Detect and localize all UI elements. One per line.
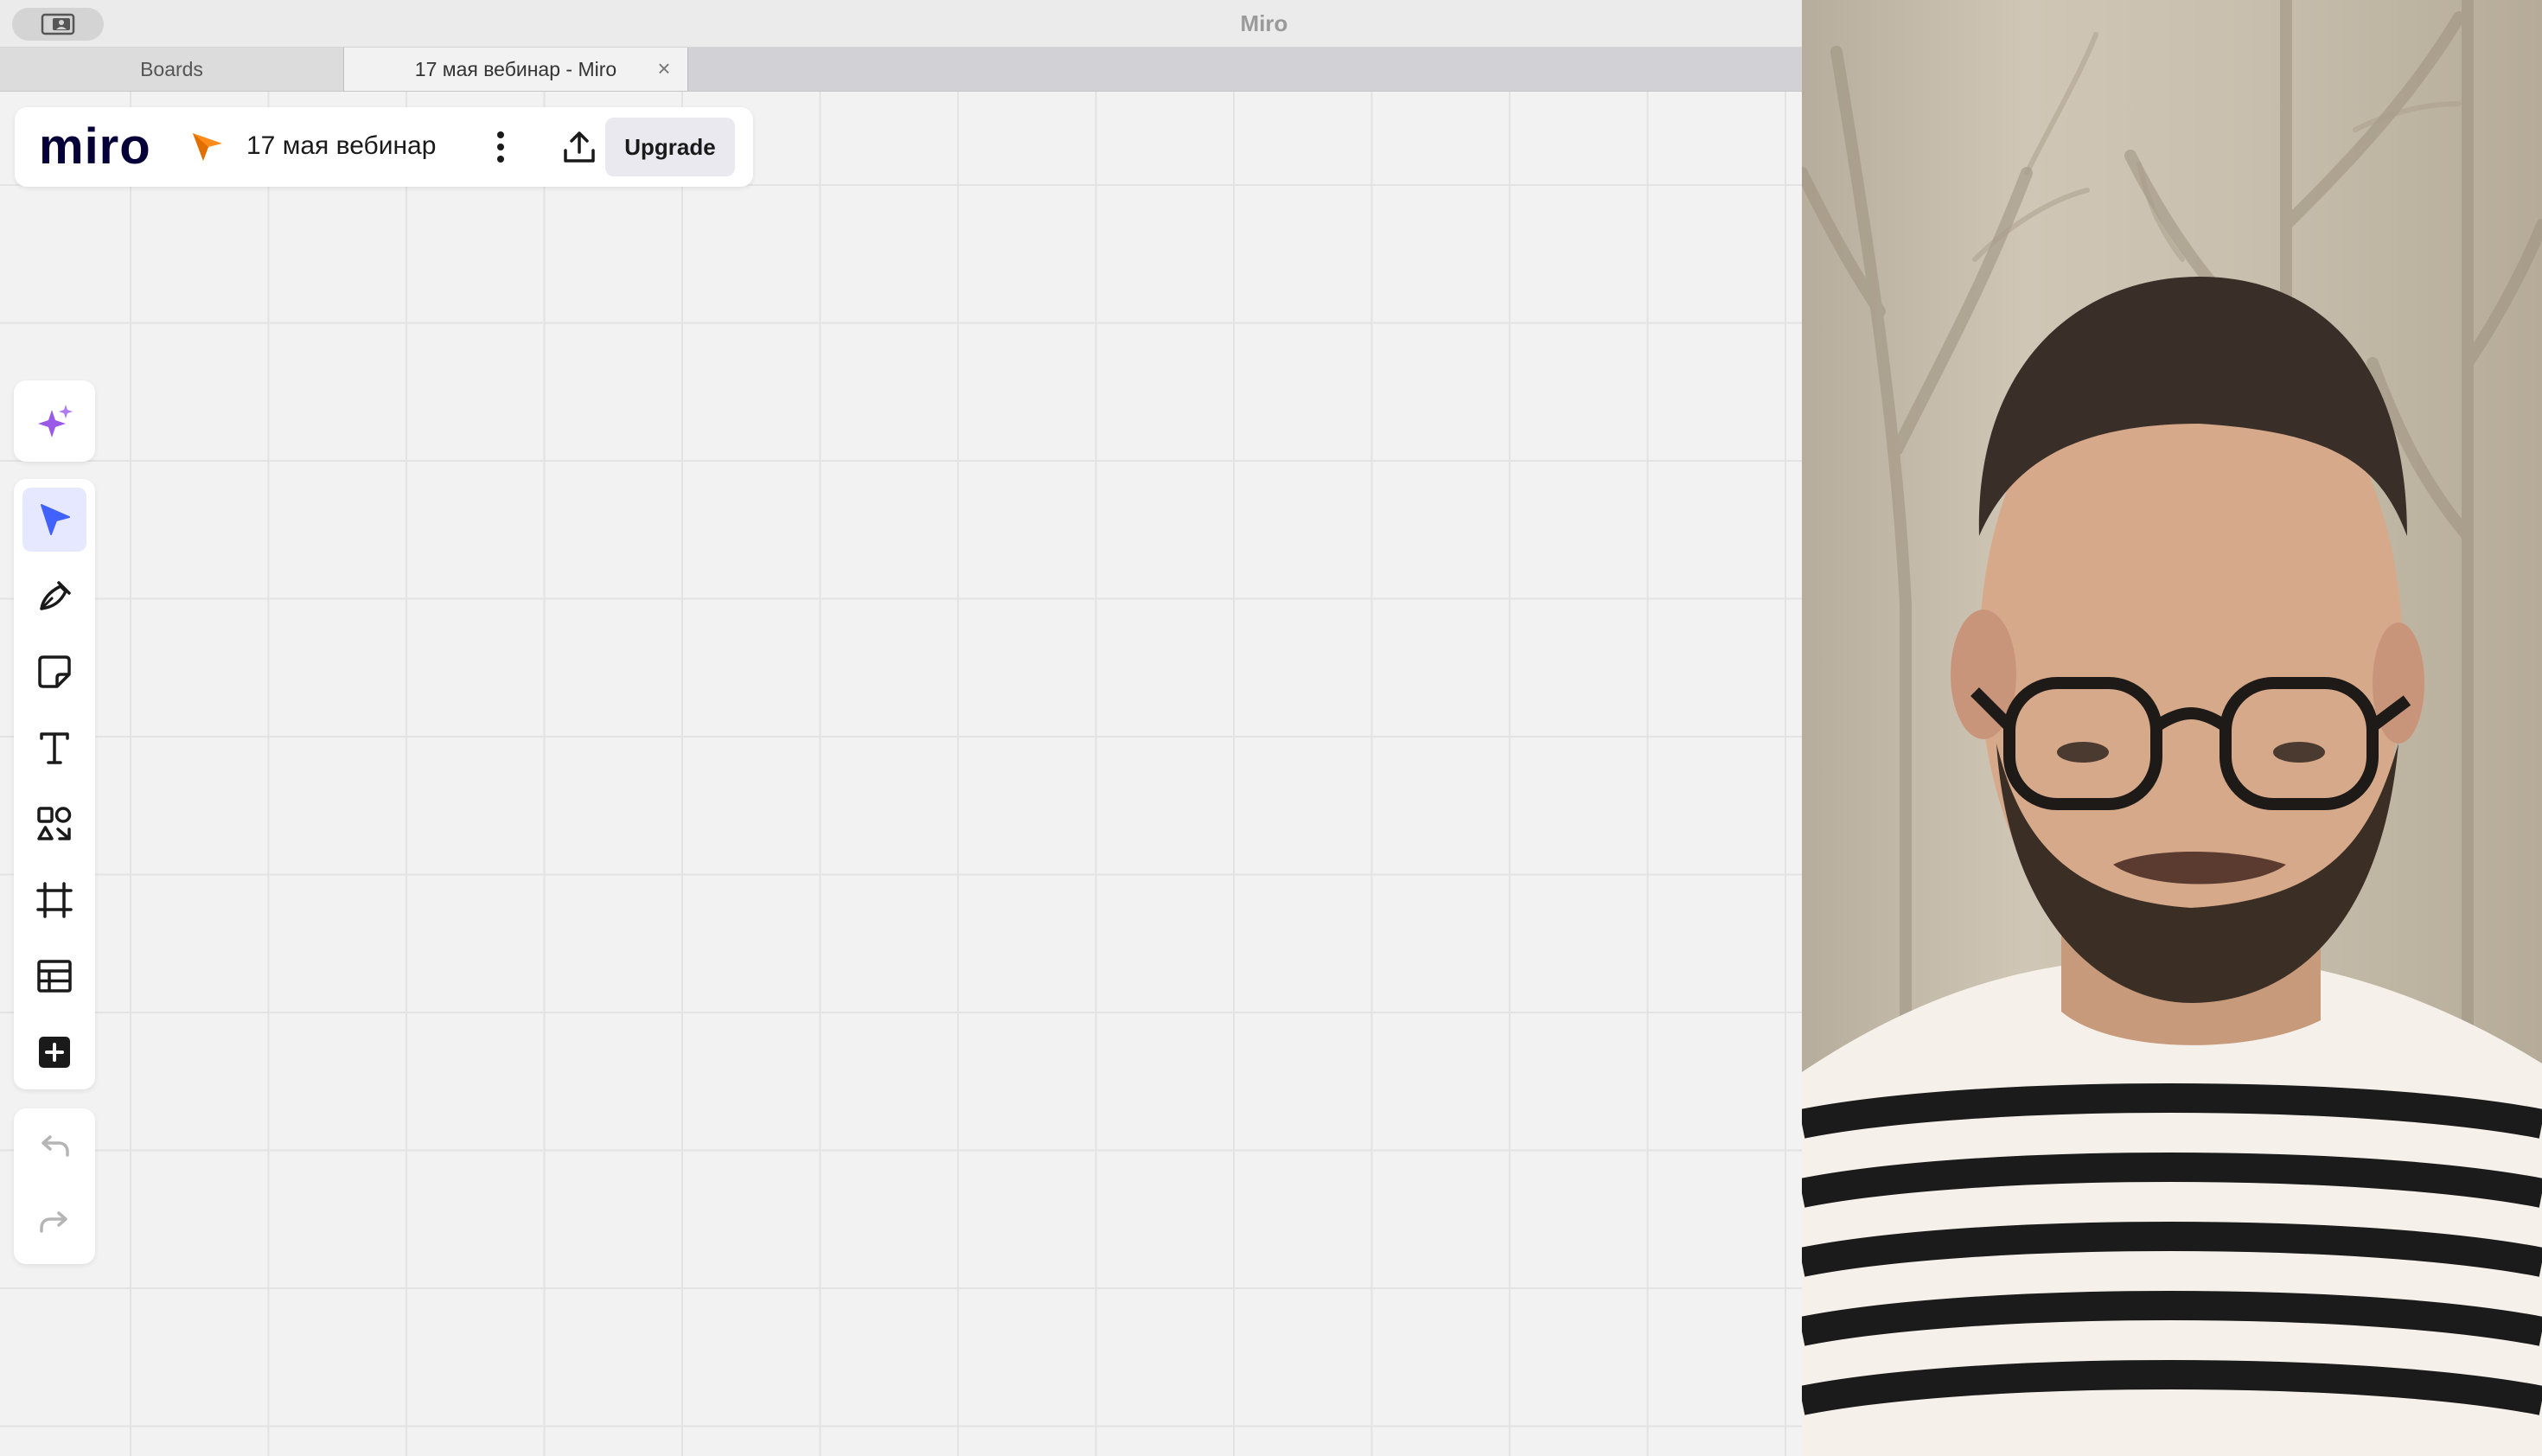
text-tool[interactable] — [22, 716, 86, 780]
tab-label: Boards — [140, 57, 203, 80]
frame-tool[interactable] — [22, 868, 86, 932]
tab-boards[interactable]: Boards — [0, 48, 344, 91]
text-icon — [40, 732, 69, 764]
undo-icon — [42, 1135, 69, 1157]
table-tool[interactable] — [22, 944, 86, 1008]
board-icon — [193, 133, 222, 161]
undo-button[interactable] — [22, 1115, 86, 1179]
shapes-icon — [37, 807, 72, 840]
miro-logo[interactable]: miro — [39, 116, 151, 176]
more-apps-button[interactable] — [22, 1020, 86, 1084]
export-button[interactable] — [551, 125, 608, 169]
tab-strip: Boards 17 мая вебинар - Miro × — [0, 48, 1802, 92]
pen-tool[interactable] — [22, 564, 86, 628]
window-titlebar: Miro — [0, 0, 1802, 48]
select-tool[interactable] — [22, 488, 86, 552]
close-icon[interactable]: × — [653, 55, 675, 81]
sticky-note-tool[interactable] — [22, 640, 86, 704]
tab-label: 17 мая вебинар - Miro — [414, 57, 617, 80]
frame-icon — [36, 882, 73, 918]
sticky-note-icon — [38, 655, 71, 688]
redo-button[interactable] — [22, 1191, 86, 1255]
tools-panel — [14, 479, 95, 1089]
board-name[interactable]: 17 мая вебинар — [246, 126, 436, 166]
cursor-icon — [41, 504, 70, 535]
ai-assist-button[interactable] — [22, 389, 86, 453]
webcam-video — [1802, 0, 2542, 1456]
table-icon — [37, 960, 72, 993]
pen-icon — [40, 581, 71, 610]
tab-board[interactable]: 17 мая вебинар - Miro × — [344, 48, 688, 91]
history-panel — [14, 1108, 95, 1264]
board-header: miro 17 мая вебинар Upgrade — [15, 107, 753, 187]
upgrade-button[interactable]: Upgrade — [605, 118, 735, 176]
shapes-tool[interactable] — [22, 792, 86, 856]
window-title: Miro — [1240, 10, 1288, 36]
upload-icon — [564, 131, 595, 163]
ai-panel — [14, 380, 95, 462]
more-vertical-icon — [497, 131, 504, 163]
presenter-video-image — [1802, 0, 2542, 1456]
sparkle-icon — [38, 405, 73, 437]
board-menu-button[interactable] — [476, 125, 525, 169]
board-canvas[interactable] — [0, 92, 1802, 1456]
redo-icon — [40, 1211, 67, 1233]
plus-square-icon — [39, 1037, 70, 1068]
